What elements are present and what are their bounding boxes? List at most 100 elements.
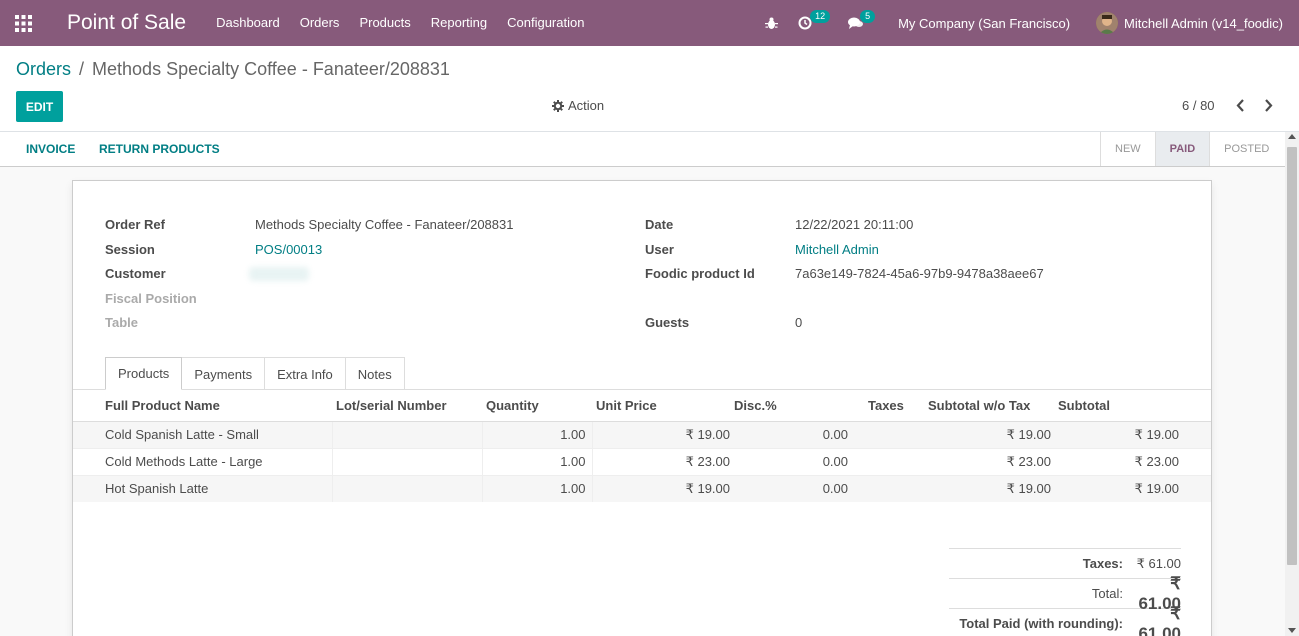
fiscal-position-label: Fiscal Position — [105, 291, 197, 306]
notebook-tabs: Products Payments Extra Info Notes — [105, 357, 405, 390]
cell-taxes — [854, 474, 924, 502]
col-subtotal[interactable]: Subtotal — [1054, 391, 1211, 422]
menu-products[interactable]: Products — [349, 0, 420, 46]
cell-subtotal-wo-tax: ₹ 19.00 — [924, 420, 1054, 448]
invoice-button[interactable]: INVOICE — [26, 142, 75, 156]
gear-icon — [552, 99, 564, 112]
cell-product: Cold Methods Latte - Large — [73, 447, 332, 475]
tabs-divider — [73, 389, 1211, 390]
col-quantity[interactable]: Quantity — [482, 391, 592, 422]
cell-qty: 1.00 — [481, 447, 592, 475]
col-unit-price[interactable]: Unit Price — [592, 391, 730, 422]
customer-value-redacted[interactable] — [249, 267, 309, 281]
tab-products[interactable]: Products — [105, 357, 183, 390]
apps-grid-icon[interactable] — [0, 0, 46, 46]
menu-orders[interactable]: Orders — [290, 0, 350, 46]
table-row[interactable]: Cold Spanish Latte - Small 1.00 ₹ 19.00 … — [73, 420, 1211, 448]
guests-value: 0 — [795, 315, 803, 330]
total-paid-value: ₹ 61.00 — [1138, 603, 1181, 636]
pager-value[interactable]: 6 / 80 — [1182, 98, 1215, 113]
order-ref-value: Methods Specialty Coffee - Fanateer/2088… — [255, 217, 514, 232]
cell-product: Cold Spanish Latte - Small — [73, 420, 332, 448]
date-label: Date — [645, 217, 674, 232]
table-row[interactable]: Hot Spanish Latte 1.00 ₹ 19.00 0.00 ₹ 19… — [73, 474, 1211, 502]
breadcrumb-current: Methods Specialty Coffee - Fanateer/2088… — [92, 59, 450, 79]
scroll-up-arrow-icon[interactable] — [1288, 134, 1296, 139]
messages-menu[interactable]: 5 — [838, 0, 888, 46]
cell-lot — [331, 474, 482, 502]
col-discount[interactable]: Disc.% — [730, 391, 854, 422]
stage-posted[interactable]: POSTED — [1209, 132, 1283, 166]
chevron-left-icon[interactable] — [1232, 96, 1248, 114]
tab-payments[interactable]: Payments — [181, 357, 266, 390]
action-label: Action — [568, 98, 605, 113]
cell-subtotal: ₹ 23.00 — [1054, 447, 1211, 475]
bug-icon[interactable] — [755, 0, 788, 46]
session-label: Session — [105, 242, 155, 257]
cell-discount: 0.00 — [730, 474, 854, 502]
user-link[interactable]: Mitchell Admin — [795, 242, 879, 257]
menu-dashboard[interactable]: Dashboard — [206, 0, 290, 46]
tab-notes[interactable]: Notes — [344, 357, 405, 390]
taxes-total-value: ₹ 61.00 — [1136, 555, 1181, 571]
table-header-row: Full Product Name Lot/serial Number Quan… — [73, 391, 1211, 422]
taxes-total-label: Taxes: — [1082, 556, 1123, 571]
cell-qty: 1.00 — [481, 474, 592, 502]
company-switcher[interactable]: My Company (San Francisco) — [888, 0, 1086, 46]
table-row[interactable]: Cold Methods Latte - Large 1.00 ₹ 23.00 … — [73, 447, 1211, 475]
systray: 12 5 My Company (San Francisco) Mitchell… — [755, 0, 1299, 46]
breadcrumb-orders-link[interactable]: Orders — [16, 59, 71, 80]
customer-label: Customer — [105, 266, 166, 281]
page-scrollbar[interactable] — [1285, 132, 1299, 636]
scroll-thumb[interactable] — [1287, 147, 1297, 565]
user-name: Mitchell Admin (v14_foodic) — [1124, 15, 1283, 31]
scroll-down-arrow-icon[interactable] — [1288, 628, 1296, 633]
chevron-right-icon[interactable] — [1260, 96, 1276, 114]
activity-menu[interactable]: 12 — [788, 0, 838, 46]
user-menu[interactable]: Mitchell Admin (v14_foodic) — [1086, 0, 1299, 46]
session-link[interactable]: POS/00013 — [255, 242, 322, 257]
col-subtotal-wo-tax[interactable]: Subtotal w/o Tax — [924, 391, 1054, 422]
form-statusbar: INVOICE RETURN PRODUCTS NEW PAID POSTED — [0, 132, 1299, 167]
main-navbar: Point of Sale Dashboard Orders Products … — [0, 0, 1299, 46]
total-paid-row: Total Paid (with rounding): ₹ 61.00 — [949, 604, 1181, 636]
app-title[interactable]: Point of Sale — [67, 11, 186, 35]
cell-product: Hot Spanish Latte — [73, 474, 332, 502]
col-product-name[interactable]: Full Product Name — [73, 391, 332, 422]
breadcrumb-separator: / — [79, 59, 85, 79]
cell-unit-price: ₹ 23.00 — [591, 447, 730, 475]
cell-unit-price: ₹ 19.00 — [591, 420, 730, 448]
control-panel: Orders / Methods Specialty Coffee - Fana… — [0, 46, 1299, 132]
tab-extra-info[interactable]: Extra Info — [264, 357, 346, 390]
stage-new[interactable]: NEW — [1100, 132, 1155, 166]
menu-reporting[interactable]: Reporting — [421, 0, 497, 46]
return-products-button[interactable]: RETURN PRODUCTS — [99, 142, 220, 156]
breadcrumb: Orders / Methods Specialty Coffee - Fana… — [16, 59, 450, 80]
avatar — [1096, 12, 1119, 34]
cell-discount: 0.00 — [730, 447, 854, 475]
cell-subtotal-wo-tax: ₹ 23.00 — [924, 447, 1054, 475]
foodic-id-label: Foodic product Id — [645, 266, 755, 281]
main-menu: Dashboard Orders Products Reporting Conf… — [206, 0, 594, 46]
col-taxes[interactable]: Taxes — [854, 391, 924, 422]
activity-count-badge: 12 — [810, 10, 831, 23]
action-dropdown[interactable]: Action — [552, 98, 604, 113]
cell-discount: 0.00 — [730, 420, 854, 448]
form-content: Order Ref Methods Specialty Coffee - Fan… — [0, 167, 1285, 636]
edit-button[interactable]: EDIT — [16, 91, 63, 122]
cell-unit-price: ₹ 19.00 — [591, 474, 730, 502]
col-lot-serial[interactable]: Lot/serial Number — [332, 391, 482, 422]
cell-lot — [331, 447, 482, 475]
cell-subtotal: ₹ 19.00 — [1054, 474, 1211, 502]
status-stages: NEW PAID POSTED — [1100, 132, 1283, 166]
cell-subtotal-wo-tax: ₹ 19.00 — [924, 474, 1054, 502]
cell-taxes — [854, 447, 924, 475]
order-totals: Taxes: ₹ 61.00 Total: ₹ 61.00 Total Paid… — [949, 548, 1181, 636]
cell-taxes — [854, 420, 924, 448]
form-sheet: Order Ref Methods Specialty Coffee - Fan… — [72, 180, 1212, 636]
date-value: 12/22/2021 20:11:00 — [795, 217, 914, 232]
user-label: User — [645, 242, 674, 257]
stage-paid[interactable]: PAID — [1154, 132, 1210, 166]
cell-lot — [331, 420, 482, 448]
menu-configuration[interactable]: Configuration — [497, 0, 594, 46]
